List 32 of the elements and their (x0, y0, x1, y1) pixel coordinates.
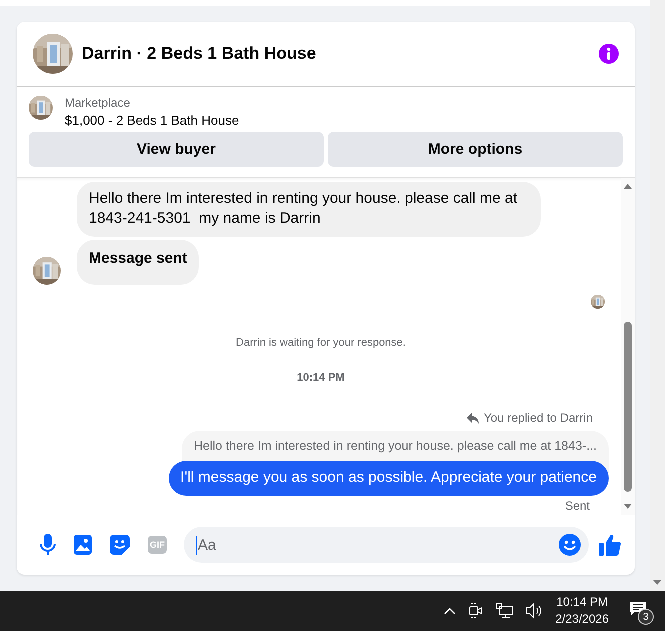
message-box[interactable]: Aa (184, 527, 589, 563)
status-notice: Darrin is waiting for your response. (235, 337, 407, 349)
emoji-icon[interactable] (559, 534, 581, 556)
info-icon[interactable] (599, 44, 619, 64)
sticker-icon[interactable] (110, 535, 130, 555)
scroll-down-icon[interactable] (624, 504, 632, 509)
reply-label: You replied to Darrin (484, 411, 593, 425)
chat-title: Darrin · 2 Beds 1 Bath House (82, 44, 318, 64)
scroll-up-icon[interactable] (624, 184, 632, 189)
message-bubble: Message sent (77, 240, 200, 285)
image-icon[interactable] (74, 535, 92, 555)
clock-date[interactable]: 2/23/2026 (556, 611, 609, 628)
chevron-up-icon[interactable] (444, 607, 456, 615)
clock-time[interactable]: 10:14 PM (556, 594, 608, 611)
scrollbar-thumb[interactable] (624, 322, 632, 492)
network-icon[interactable] (496, 603, 514, 619)
notification-count: 3 (638, 609, 654, 625)
message-field[interactable]: Aa (196, 536, 559, 554)
listing-source: Marketplace (65, 96, 132, 110)
reply-icon (467, 412, 480, 424)
action-button[interactable]: View buyer (29, 132, 324, 167)
microphone-icon[interactable] (40, 534, 56, 556)
thumbs-up-icon[interactable] (599, 534, 621, 556)
speaker-icon[interactable] (526, 603, 544, 619)
camera-icon[interactable] (468, 603, 484, 619)
scroll-down-icon[interactable] (653, 580, 662, 585)
action-button[interactable]: More options (328, 132, 623, 167)
message-bubble: I'll message you as soon as possible. Appreciate your patience (168, 461, 609, 496)
sent-status: Sent (565, 499, 590, 513)
message-bubble: Hello there Im interested in renting your house. please call me at 1843-241-5301 my name is Darrin (77, 182, 541, 237)
listing-title[interactable]: $1,000 - 2 Beds 1 Bath House (65, 113, 240, 128)
timestamp: 10:14 PM (296, 372, 346, 384)
